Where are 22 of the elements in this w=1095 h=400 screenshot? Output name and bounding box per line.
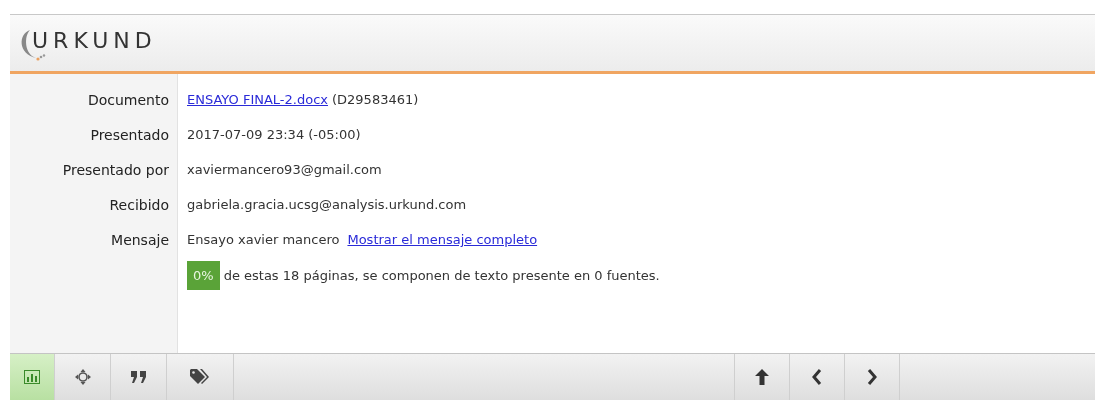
field-label: Mensaje: [111, 231, 169, 248]
percent-badge: 0%: [187, 261, 220, 290]
field-label: Recibido: [109, 196, 169, 213]
message-link[interactable]: Mostrar el mensaje completo: [347, 232, 538, 247]
document-id: (D29583461): [332, 92, 419, 107]
field-value: xaviermancero93@gmail.com: [187, 162, 382, 177]
left-chevron-icon: [812, 369, 822, 385]
tags-icon: [190, 369, 210, 385]
chart-icon: [24, 370, 40, 384]
field-label: Presentado por: [62, 161, 169, 178]
crosshair-icon: [74, 369, 91, 385]
up-arrow-icon: [755, 369, 769, 385]
summary-text: de estas 18 páginas, se componen de texto presente en 0 fuentes.: [223, 268, 660, 283]
field-value: 2017-07-09 23:34 (-05:00): [187, 127, 361, 142]
logo-text: URKUND: [32, 28, 157, 53]
document-link[interactable]: ENSAYO FINAL-2.docx: [187, 92, 328, 107]
field-label: Documento: [87, 91, 169, 108]
quote-icon: [130, 371, 147, 383]
field-label: Presentado: [90, 126, 169, 143]
message-text: Ensayo xavier mancero: [187, 232, 340, 247]
field-value: gabriela.gracia.ucsg@analysis.urkund.com: [187, 197, 467, 212]
right-chevron-icon: [867, 369, 877, 385]
